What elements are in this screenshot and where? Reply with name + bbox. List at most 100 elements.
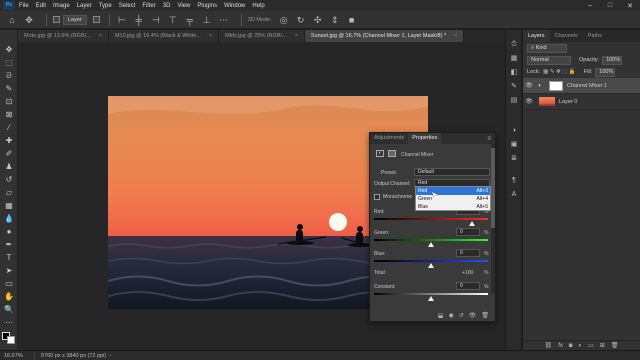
preset-select[interactable]: Default — [414, 168, 490, 176]
link-layers-icon[interactable]: ⛓ — [545, 342, 553, 349]
opacity-field[interactable]: 100% — [602, 55, 623, 65]
minimize-button[interactable]: – — [580, 2, 600, 10]
dropdown-item-blue[interactable]: Blue Alt+5 — [416, 203, 490, 211]
zoom-level[interactable]: 16.67% — [0, 352, 35, 359]
green-value-field[interactable]: 0 — [456, 228, 480, 236]
layer-mask-thumbnail[interactable] — [549, 80, 563, 91]
properties-scrollbar[interactable] — [491, 144, 495, 294]
dodge-tool-icon[interactable]: ● — [3, 226, 15, 237]
paragraph-icon[interactable]: ¶ — [509, 176, 519, 186]
menu-window[interactable]: Window — [224, 3, 245, 9]
align-top-icon[interactable]: ⊤ — [167, 14, 179, 26]
clip-to-layer-icon[interactable]: ⬓ — [438, 312, 444, 319]
menu-image[interactable]: Image — [53, 3, 70, 9]
transform-controls-checkbox[interactable] — [92, 16, 100, 23]
delete-layer-icon[interactable]: 🗑 — [611, 342, 619, 349]
align-bottom-icon[interactable]: ⊥ — [201, 14, 213, 26]
blur-tool-icon[interactable]: 💧 — [3, 213, 15, 224]
constant-slider-thumb[interactable] — [428, 296, 434, 301]
scrollbar-thumb[interactable] — [491, 148, 495, 228]
properties-icon[interactable]: ▣ — [509, 140, 519, 150]
green-slider-thumb[interactable] — [428, 242, 434, 247]
3d-roll-icon[interactable]: ↻ — [295, 14, 307, 26]
menu-help[interactable]: Help — [252, 3, 264, 9]
tab-properties[interactable]: Properties — [408, 133, 442, 144]
tab-sunset[interactable]: Sunset.jpg @ 16.7% (Channel Mixer 1, Lay… — [304, 30, 465, 42]
background-color-swatch[interactable] — [7, 336, 15, 344]
zoom-tool-icon[interactable]: 🔍 — [3, 304, 15, 315]
view-previous-icon[interactable]: ◉ — [448, 312, 453, 319]
layer-channel-mixer[interactable]: 👁 ◐ Channel Mixer 1 — [523, 78, 640, 94]
move-tool-icon[interactable]: ✥ — [23, 14, 35, 26]
align-middle-icon[interactable]: ╤ — [184, 14, 196, 26]
quick-select-tool-icon[interactable]: ✎ — [3, 83, 15, 94]
menu-type[interactable]: Type — [99, 3, 112, 9]
hand-tool-icon[interactable]: ✋ — [3, 291, 15, 302]
lock-icons[interactable]: ▦ ✎ ✥ ⬚ 🔒 — [543, 69, 576, 75]
monochrome-checkbox[interactable] — [374, 194, 380, 200]
menu-plugins[interactable]: Plugins — [197, 3, 217, 9]
history-icon[interactable]: ⏱ — [509, 40, 519, 50]
close-icon[interactable]: × — [295, 30, 298, 42]
marquee-tool-icon[interactable]: ⬚ — [3, 57, 15, 68]
close-button[interactable]: ✕ — [620, 2, 640, 10]
green-slider[interactable] — [374, 239, 488, 241]
align-right-icon[interactable]: ⊣ — [150, 14, 162, 26]
color-icon[interactable]: ◧ — [509, 68, 519, 78]
more-tools-icon[interactable]: ⋯ — [3, 317, 15, 328]
brush-tool-icon[interactable]: ✐ — [3, 148, 15, 159]
3d-pan-icon[interactable]: ✣ — [312, 14, 324, 26]
blue-value-field[interactable]: 0 — [456, 249, 480, 257]
kind-filter-select[interactable]: ⌕ Kind — [527, 43, 567, 53]
character-icon[interactable]: A — [509, 190, 519, 200]
move-tool-icon[interactable]: ✥ — [3, 44, 15, 55]
visibility-eye-icon[interactable]: 👁 — [523, 82, 535, 89]
3d-orbit-icon[interactable]: ◎ — [278, 14, 290, 26]
more-options-icon[interactable]: ⋯ — [218, 14, 230, 26]
3d-slide-icon[interactable]: ⇕ — [329, 14, 341, 26]
tab-channels[interactable]: Channels — [550, 30, 583, 42]
mask-icon[interactable] — [388, 150, 396, 157]
delete-trash-icon[interactable]: 🗑 — [481, 312, 489, 319]
layer-0[interactable]: 👁 Layer 0 — [523, 94, 640, 110]
path-select-tool-icon[interactable]: ➤ — [3, 265, 15, 276]
lasso-tool-icon[interactable]: ᘐ — [3, 70, 15, 81]
new-layer-icon[interactable]: ⊞ — [600, 342, 605, 349]
pen-tool-icon[interactable]: ✒ — [3, 239, 15, 250]
menu-layer[interactable]: Layer — [77, 3, 92, 9]
adjustments-icon[interactable]: ◑ — [509, 126, 519, 136]
auto-select-checkbox[interactable] — [53, 16, 60, 23]
brush-settings-icon[interactable]: ✎ — [509, 82, 519, 92]
red-slider[interactable] — [374, 218, 488, 220]
menu-edit[interactable]: Edit — [36, 3, 46, 9]
maximize-button[interactable]: □ — [600, 2, 620, 10]
dropdown-item-red[interactable]: Red Alt+3 — [416, 187, 490, 195]
menu-view[interactable]: View — [177, 3, 190, 9]
3d-scale-icon[interactable]: ■ — [346, 14, 358, 26]
tab-paths[interactable]: Paths — [583, 30, 607, 42]
tab-mlds[interactable]: Mlds.jpg @ 25% (RGB/... × — [219, 30, 305, 42]
align-center-icon[interactable]: ╪ — [133, 14, 145, 26]
panel-menu-icon[interactable]: ≡ — [487, 136, 495, 142]
tab-moto[interactable]: Moto.jpg @ 13.6% (RGB/... × — [18, 30, 109, 42]
libraries-icon[interactable]: ▤ — [509, 96, 519, 106]
fill-field[interactable]: 100% — [595, 67, 616, 77]
tab-layers[interactable]: Layers — [523, 30, 550, 42]
status-arrow-icon[interactable]: › — [109, 353, 111, 359]
menu-3d[interactable]: 3D — [163, 3, 171, 9]
constant-value-field[interactable]: 0 — [456, 282, 480, 290]
tab-m10[interactable]: M10.jpg @ 16.4% (Black & White... × — [108, 30, 220, 42]
eraser-tool-icon[interactable]: ▱ — [3, 187, 15, 198]
close-icon[interactable]: × — [99, 30, 102, 42]
new-adjustment-icon[interactable]: ◐ — [578, 343, 582, 349]
reset-icon[interactable]: ↺ — [459, 312, 464, 319]
swatches-icon[interactable]: ▦ — [509, 54, 519, 64]
home-icon[interactable]: ⌂ — [6, 14, 18, 26]
auto-select-target[interactable]: Layer — [63, 14, 87, 25]
close-icon[interactable]: × — [454, 30, 457, 42]
align-left-icon[interactable]: ⊢ — [116, 14, 128, 26]
close-icon[interactable]: × — [209, 30, 212, 42]
red-slider-thumb[interactable] — [469, 221, 476, 226]
eyedropper-tool-icon[interactable]: ⁄ — [3, 122, 15, 133]
new-group-icon[interactable]: ▭ — [588, 342, 594, 349]
